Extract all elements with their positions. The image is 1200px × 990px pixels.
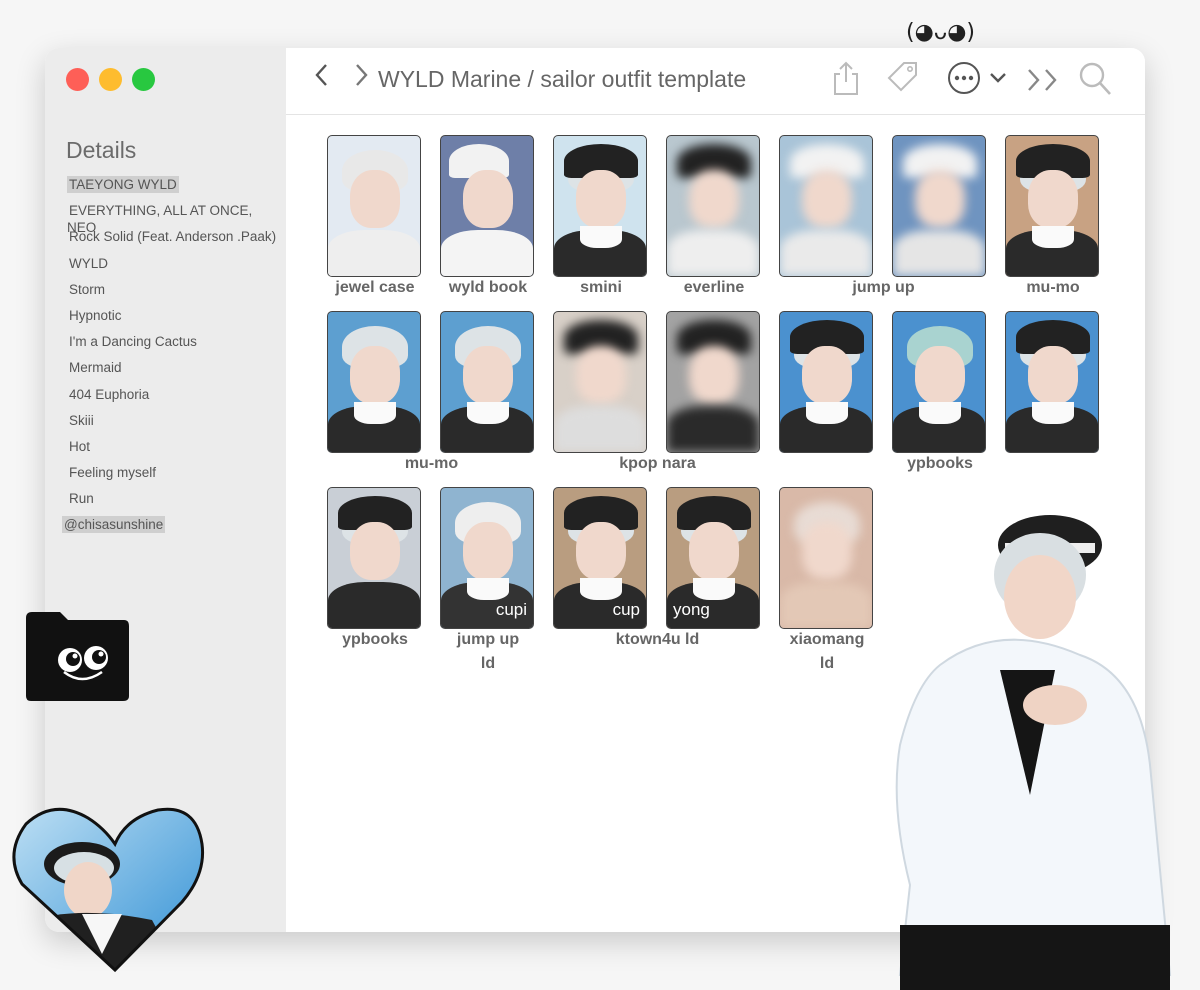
file-label: ypbooks: [342, 631, 408, 648]
file-label: wyld book: [448, 279, 528, 296]
minimize-button[interactable]: [99, 68, 122, 91]
share-icon[interactable]: [831, 60, 861, 96]
photocard-thumbnail[interactable]: [779, 135, 873, 277]
photocard-thumbnail[interactable]: [779, 311, 873, 453]
forward-button[interactable]: [352, 62, 370, 94]
photocard-thumbnail[interactable]: cup: [553, 487, 647, 629]
double-chevron-icon[interactable]: [1026, 67, 1062, 93]
file-label: jump up: [852, 279, 915, 296]
toolbar: WYLD Marine / sailor outfit template: [286, 48, 1145, 115]
person-cutout-image: [895, 515, 1172, 990]
kaomoji-decoration: (◕ᴗ◕): [906, 20, 976, 45]
back-button[interactable]: [313, 62, 331, 94]
file-label: jewel case: [335, 279, 415, 296]
chevron-right-icon: [356, 64, 368, 86]
sidebar-item-hypnotic[interactable]: Hypnotic: [67, 307, 286, 333]
photocard-thumbnail[interactable]: [1005, 311, 1099, 453]
sidebar-item-404-euphoria[interactable]: 404 Euphoria: [67, 386, 286, 412]
photocard-thumbnail[interactable]: [892, 135, 986, 277]
photocard-thumbnail[interactable]: [779, 487, 873, 629]
heart-photo-frame: [12, 807, 205, 973]
sidebar-item-credit[interactable]: @chisasunshine: [62, 516, 286, 542]
more-icon[interactable]: [946, 60, 982, 96]
sidebar-item-taeyong-wyld[interactable]: TAEYONG WYLD: [67, 176, 286, 202]
sidebar-item-feeling-myself[interactable]: Feeling myself: [67, 464, 286, 490]
file-label: mu-mo: [404, 455, 459, 472]
file-label: xiaomang ld: [789, 631, 865, 672]
file-label: jump up ld: [456, 631, 520, 672]
folder-face-icon: [26, 612, 129, 701]
file-label: mu-mo: [1026, 279, 1080, 296]
file-label: everline: [683, 279, 745, 296]
sidebar-item-storm[interactable]: Storm: [67, 281, 286, 307]
photocard-thumbnail[interactable]: [892, 311, 986, 453]
sidebar-item-run[interactable]: Run: [67, 490, 286, 516]
sidebar-item-dancing-cactus[interactable]: I'm a Dancing Cactus: [67, 333, 286, 359]
photocard-thumbnail[interactable]: [327, 311, 421, 453]
photocard-thumbnail[interactable]: [440, 311, 534, 453]
sidebar-title: Details: [66, 137, 137, 163]
photocard-thumbnail[interactable]: [553, 135, 647, 277]
watermark-text: yong: [673, 600, 710, 619]
photocard-thumbnail[interactable]: [327, 487, 421, 629]
tag-icon[interactable]: [886, 60, 920, 96]
photocard-thumbnail[interactable]: [666, 311, 760, 453]
sidebar-item-rock-solid[interactable]: Rock Solid (Feat. Anderson .Paak): [67, 228, 286, 254]
file-label: kpop nara: [619, 455, 696, 472]
file-label: smini: [580, 279, 622, 296]
sidebar-item-hot[interactable]: Hot: [67, 438, 286, 464]
sidebar-list: TAEYONG WYLD EVERYTHING, ALL AT ONCE, NE…: [62, 176, 286, 543]
search-icon[interactable]: [1077, 60, 1113, 98]
photocard-thumbnail[interactable]: [440, 135, 534, 277]
sidebar-item-skiii[interactable]: Skiii: [67, 412, 286, 438]
photocard-thumbnail[interactable]: cupi: [440, 487, 534, 629]
path-title: WYLD Marine / sailor outfit template: [378, 66, 747, 92]
sidebar-item-mermaid[interactable]: Mermaid: [67, 359, 286, 385]
sidebar-item-everything[interactable]: EVERYTHING, ALL AT ONCE, NEO: [67, 202, 286, 235]
photocard-thumbnail[interactable]: [327, 135, 421, 277]
sidebar-item-wyld[interactable]: WYLD: [67, 255, 286, 281]
photocard-thumbnail[interactable]: yong: [666, 487, 760, 629]
chevron-left-icon: [315, 64, 327, 86]
chevron-down-icon[interactable]: [989, 70, 1007, 86]
sidebar: Details TAEYONG WYLD EVERYTHING, ALL AT …: [45, 48, 286, 932]
file-label: ypbooks: [907, 455, 973, 472]
maximize-button[interactable]: [132, 68, 155, 91]
photocard-thumbnail[interactable]: [553, 311, 647, 453]
watermark-text: cupi: [495, 600, 527, 619]
close-button[interactable]: [66, 68, 89, 91]
watermark-text: cup: [612, 600, 640, 619]
file-label: ktown4u ld: [615, 631, 700, 648]
photocard-thumbnail[interactable]: [666, 135, 760, 277]
photocard-thumbnail[interactable]: [1005, 135, 1099, 277]
